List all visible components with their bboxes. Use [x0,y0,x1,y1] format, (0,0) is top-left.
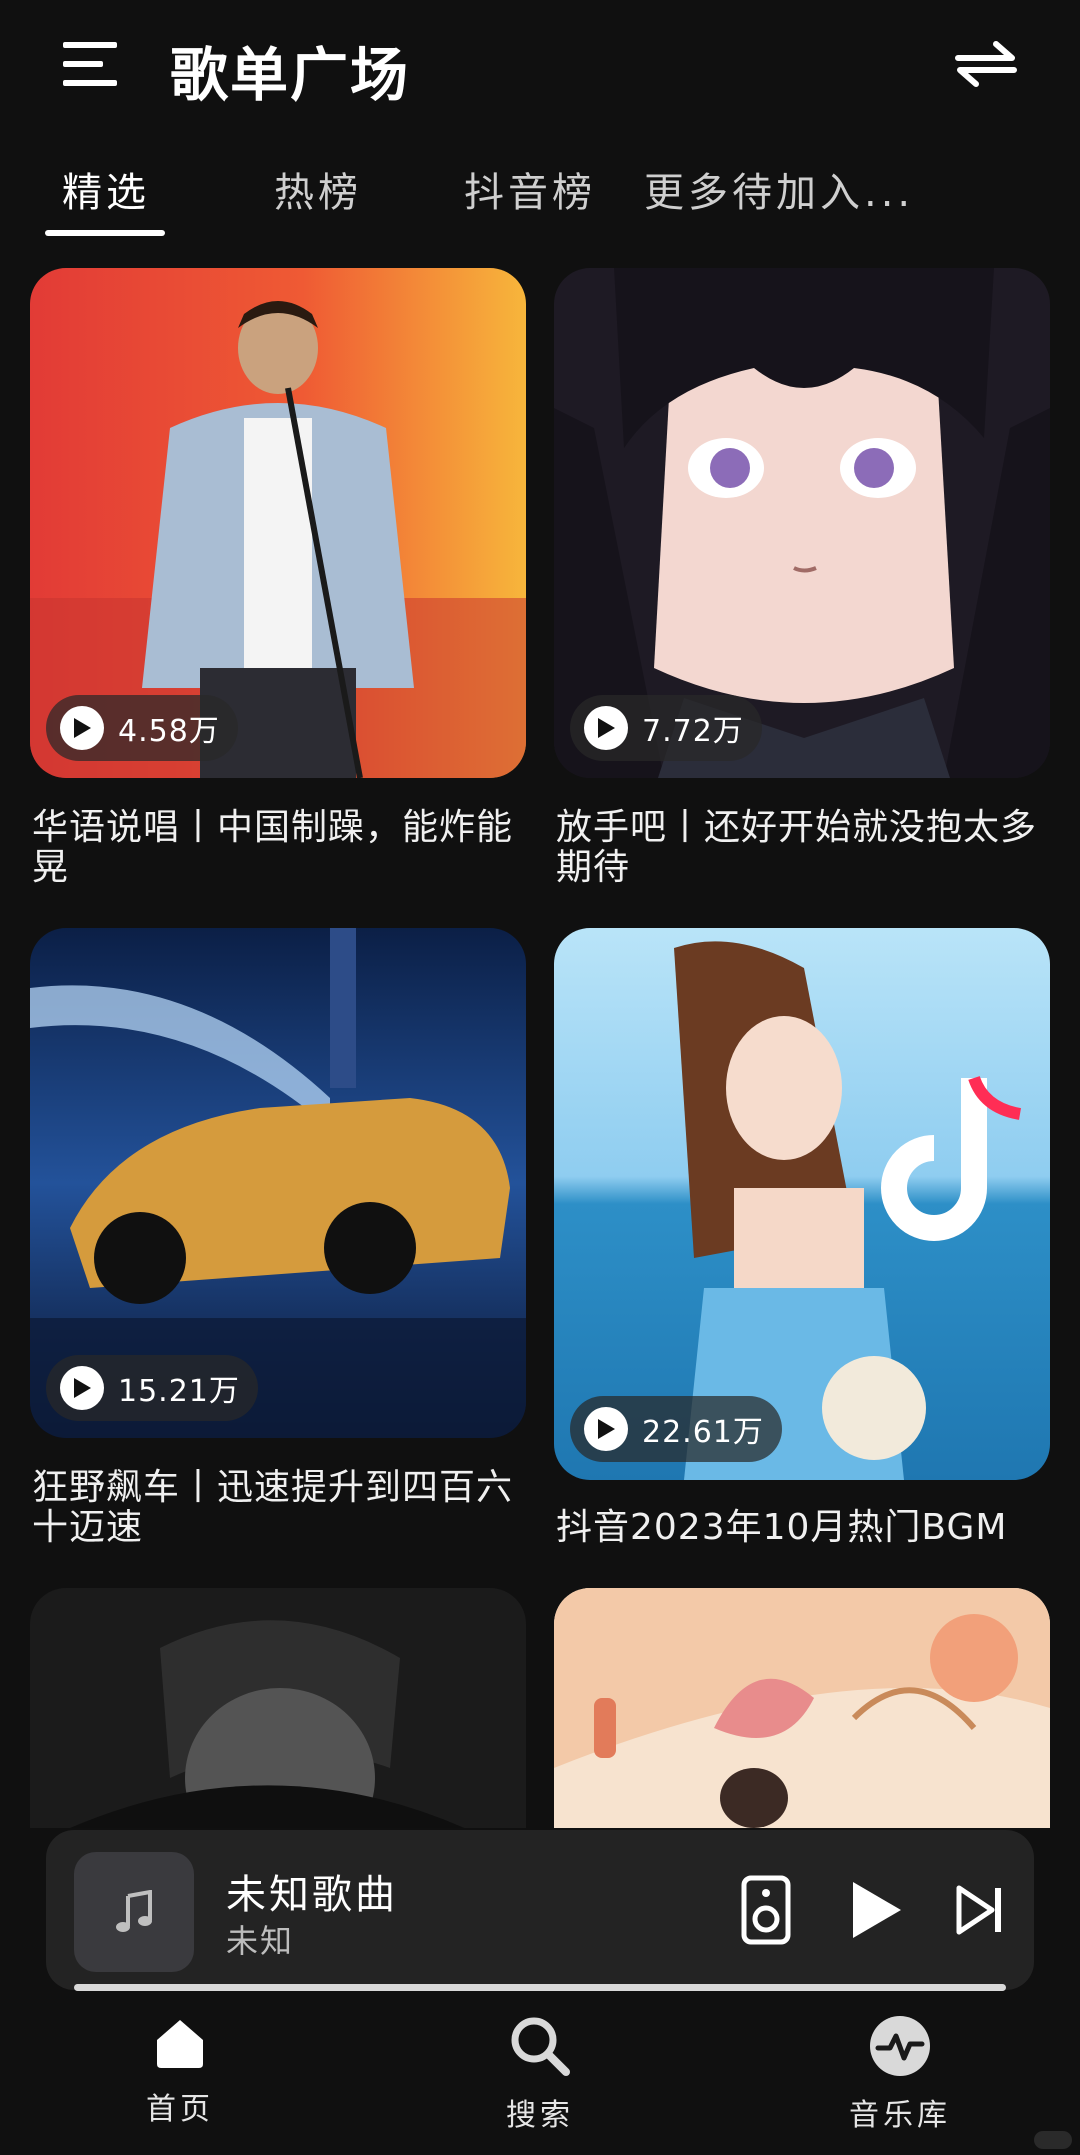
nav-item-home[interactable]: 首页 [80,2014,280,2144]
playlist-card[interactable]: 7.72万 放手吧丨还好开始就没抱太多期待 [554,268,1050,898]
play-icon [60,706,104,750]
play-icon [60,1366,104,1410]
tab-more[interactable]: 更多待加入... [644,160,914,218]
swap-arrows-icon[interactable] [950,34,1022,94]
active-tab-indicator [45,230,165,236]
play-count: 22.61万 [642,1415,764,1450]
song-artist: 未知 [226,1922,295,1960]
playlist-title: 放手吧丨还好开始就没抱太多期待 [556,807,1038,888]
nav-item-search[interactable]: 搜索 [440,2014,640,2144]
playlist-title: 华语说唱丨中国制躁，能炸能晃 [32,807,514,888]
nav-label: 首页 [146,2092,214,2127]
playlist-cover [30,1588,526,1828]
play-count: 4.58万 [118,714,220,749]
play-count-badge[interactable]: 15.21万 [46,1355,258,1421]
home-icon [157,2020,203,2068]
song-title: 未知歌曲 [226,1872,398,1918]
playlist-title: 狂野飙车丨迅速提升到四百六十迈速 [32,1467,514,1548]
tab-bar: 精选 热榜 抖音榜 更多待加入... [0,150,1080,240]
playback-progress-bar[interactable] [74,1984,1006,1991]
menu-icon[interactable] [58,36,122,92]
mini-player[interactable]: 未知歌曲 未知 [46,1830,1034,1990]
play-icon [584,706,628,750]
music-library-icon [870,2016,930,2076]
play-icon [584,1407,628,1451]
music-note-icon [74,1852,194,1972]
play-icon[interactable] [836,1870,916,1950]
tab-douyin-chart[interactable]: 抖音榜 [464,160,596,218]
nav-item-music-library[interactable]: 音乐库 [800,2014,1000,2144]
tab-featured[interactable]: 精选 [62,160,150,218]
watermark-badge [1034,2131,1072,2149]
page-title: 歌单广场 [170,41,411,109]
playlist-title: 抖音2023年10月热门BGM [556,1507,1008,1548]
app-root: 歌单广场 精选 热榜 抖音榜 更多待加入... 4.58万 华语说唱丨中国制躁，… [0,0,1080,2155]
speaker-icon[interactable] [726,1870,806,1950]
playlist-card[interactable]: 4.58万 华语说唱丨中国制躁，能炸能晃 [30,268,526,898]
playlist-card[interactable]: 22.61万 抖音2023年10月热门BGM [554,928,1050,1568]
nav-label: 搜索 [506,2098,574,2133]
tab-hot-chart[interactable]: 热榜 [274,160,362,218]
playlist-card[interactable] [30,1588,526,1828]
playlist-cover [554,1588,1050,1828]
playlist-card[interactable]: 15.21万 狂野飙车丨迅速提升到四百六十迈速 [30,928,526,1568]
top-bar: 歌单广场 [0,0,1080,130]
play-count-badge[interactable]: 7.72万 [570,695,762,761]
play-count: 15.21万 [118,1374,240,1409]
playlist-grid: 4.58万 华语说唱丨中国制躁，能炸能晃 7.72万 放手吧丨还好开始就没抱太多… [30,268,1050,1828]
play-count-badge[interactable]: 22.61万 [570,1396,782,1462]
playlist-card[interactable] [554,1588,1050,1828]
skip-next-icon[interactable] [940,1870,1020,1950]
search-icon [511,2017,570,2076]
bottom-nav: 首页 搜索 音乐库 [0,2000,1080,2155]
play-count: 7.72万 [642,714,744,749]
play-count-badge[interactable]: 4.58万 [46,695,238,761]
nav-label: 音乐库 [849,2098,951,2133]
